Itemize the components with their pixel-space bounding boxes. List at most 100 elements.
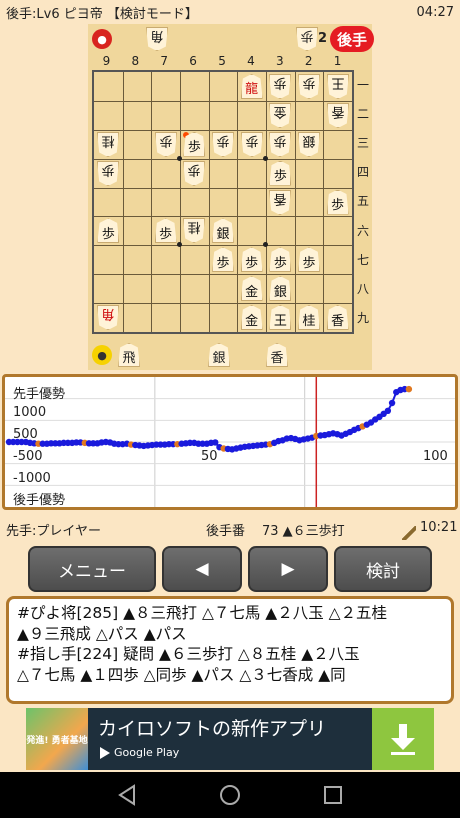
gote-hand[interactable]: ● 角 歩 2 後手 <box>88 24 374 54</box>
shogi-piece[interactable]: 桂 <box>183 218 205 243</box>
column-label: 1 <box>333 54 342 68</box>
sente-hand-piece[interactable]: 飛 <box>118 343 140 367</box>
shogi-piece[interactable]: 歩 <box>97 161 119 186</box>
pencil-icon[interactable] <box>402 526 416 540</box>
board-grid[interactable]: 龍歩歩王金香桂歩歩歩歩歩銀歩歩歩香歩歩歩桂銀歩歩歩歩金銀角金王桂香 <box>92 70 354 334</box>
gote-hand-piece[interactable]: 角 <box>146 27 168 51</box>
shogi-piece[interactable]: 歩 <box>154 218 177 244</box>
ad-banner[interactable]: 発進! 勇者基地 カイロソフトの新作アプリ Google Play <box>26 708 434 770</box>
shogi-piece[interactable]: 香 <box>326 305 349 331</box>
shogi-piece[interactable]: 歩 <box>97 218 120 244</box>
note-line: ▲９三飛成 △パス ▲パス <box>17 624 187 643</box>
shogi-piece[interactable]: 金 <box>240 276 263 302</box>
google-play-badge: Google Play <box>100 746 179 759</box>
row-label: 五 <box>356 194 369 209</box>
shogi-piece[interactable]: 王 <box>269 305 292 331</box>
shogi-piece[interactable]: 香 <box>269 190 291 215</box>
ad-title[interactable]: カイロソフトの新作アプリ <box>98 714 326 741</box>
column-label: 5 <box>218 54 226 68</box>
clock: 04:27 <box>416 4 454 20</box>
sente-hand-piece[interactable]: 香 <box>266 343 288 367</box>
menu-button[interactable]: メニュー <box>28 546 156 592</box>
shogi-piece[interactable]: 銀 <box>298 132 320 157</box>
home-icon[interactable] <box>219 784 241 806</box>
grid-line <box>323 72 325 332</box>
graph-label-m500: -500 <box>13 449 43 464</box>
shogi-piece[interactable]: 王 <box>327 74 349 99</box>
download-icon <box>391 724 415 755</box>
star-point <box>177 155 182 161</box>
analysis-notes[interactable]: #ぴよ将[285] ▲８三飛打 △７七馬 ▲２八玉 △２五桂 ▲９三飛成 △パス… <box>6 596 454 704</box>
row-label: 八 <box>356 281 369 296</box>
graph-label-500: 500 <box>13 427 38 442</box>
shogi-piece[interactable]: 金 <box>269 103 291 128</box>
shogi-piece[interactable]: 歩 <box>212 132 234 157</box>
grid-line <box>94 245 352 247</box>
shogi-piece[interactable]: 歩 <box>155 132 177 157</box>
shogi-piece[interactable]: 桂 <box>97 132 119 157</box>
shogi-piece[interactable]: 金 <box>240 305 263 331</box>
shogi-piece[interactable]: 歩 <box>269 132 291 157</box>
ad-thumbnail[interactable]: 発進! 勇者基地 <box>26 708 88 770</box>
shogi-piece[interactable]: 桂 <box>298 305 320 331</box>
shogi-piece[interactable]: 歩 <box>241 132 263 157</box>
graph-point <box>405 385 413 393</box>
status-bar: 後手:Lv6 ピヨ帝 【検討モード】 04:27 <box>0 0 460 24</box>
graph-label-x100: 100 <box>423 449 448 464</box>
recents-icon[interactable] <box>322 784 344 806</box>
grid-line <box>94 100 352 102</box>
gote-hand-count: 2 <box>318 31 328 46</box>
shogi-piece[interactable]: 銀 <box>269 276 292 302</box>
app-title: 後手:Lv6 ピヨ帝 【検討モード】 <box>6 6 198 22</box>
sente-hand[interactable]: ● 飛 銀 香 先手 <box>88 340 374 684</box>
gote-avatar-icon: ● <box>92 29 112 49</box>
grid-line <box>94 274 352 276</box>
sente-hand-piece[interactable]: 銀 <box>208 343 230 367</box>
note-line: #指し手[224] 疑問 ▲６三歩打 △８五桂 ▲２八玉 <box>17 645 360 663</box>
column-label: 6 <box>189 54 197 68</box>
back-icon[interactable] <box>116 784 138 806</box>
gote-label: 後手 <box>330 26 374 52</box>
control-buttons: メニュー ◀ ▶ 検討 <box>0 546 460 594</box>
shogi-piece[interactable]: 歩 <box>298 247 320 273</box>
grid-line <box>94 129 352 131</box>
next-move-button[interactable]: ▶ <box>248 546 328 592</box>
shogi-piece[interactable]: 歩 <box>212 247 234 273</box>
star-point <box>263 242 268 248</box>
shogi-board-area: ● 角 歩 2 後手 987654321 一二三四五六七八九 龍歩歩王金香桂歩歩… <box>88 24 374 684</box>
graph-label-m1000: -1000 <box>13 471 51 486</box>
graph-label-gote-adv: 後手優勢 <box>13 493 66 508</box>
store-name: Google Play <box>114 746 180 759</box>
row-labels: 一二三四五六七八九 <box>354 70 372 332</box>
analyze-button[interactable]: 検討 <box>334 546 432 592</box>
evaluation-graph[interactable]: 先手優勢 1000 500 -500 -1000 後手優勢 50 100 <box>2 374 458 510</box>
column-label: 8 <box>131 54 140 68</box>
grid-line <box>180 72 181 332</box>
grid-line <box>294 72 296 332</box>
shogi-piece[interactable]: 歩 <box>183 161 205 186</box>
shogi-piece[interactable]: 歩 <box>298 74 320 99</box>
row-label: 四 <box>356 165 369 180</box>
download-button[interactable] <box>372 708 434 770</box>
gote-hand-piece[interactable]: 歩 <box>296 27 318 51</box>
turn-label: 後手番 <box>206 524 246 539</box>
shogi-piece[interactable]: 歩 <box>269 74 291 99</box>
shogi-piece[interactable]: 歩 <box>269 247 292 273</box>
shogi-piece[interactable]: 銀 <box>212 218 234 244</box>
shogi-piece[interactable]: 角 <box>97 305 119 330</box>
prev-move-button[interactable]: ◀ <box>162 546 242 592</box>
graph-label-x50: 50 <box>201 449 218 464</box>
grid-line <box>266 72 267 332</box>
column-labels: 9 8 7 6 5 4 3 2 1 <box>92 54 352 70</box>
column-label: 7 <box>160 54 169 68</box>
shogi-piece[interactable]: 龍 <box>240 73 263 99</box>
shogi-piece[interactable]: 歩 <box>240 247 263 273</box>
note-line: △７七馬 ▲１四歩 △同歩 ▲パス △３七香成 ▲同 <box>17 665 346 684</box>
shogi-piece[interactable]: 歩 <box>269 160 292 186</box>
shogi-piece[interactable]: 歩 <box>326 189 349 215</box>
column-label: 9 <box>102 54 111 68</box>
row-label: 二 <box>356 107 369 122</box>
system-nav-bar <box>0 772 460 818</box>
sente-avatar-icon: ● <box>92 345 112 365</box>
shogi-piece[interactable]: 香 <box>327 103 349 128</box>
